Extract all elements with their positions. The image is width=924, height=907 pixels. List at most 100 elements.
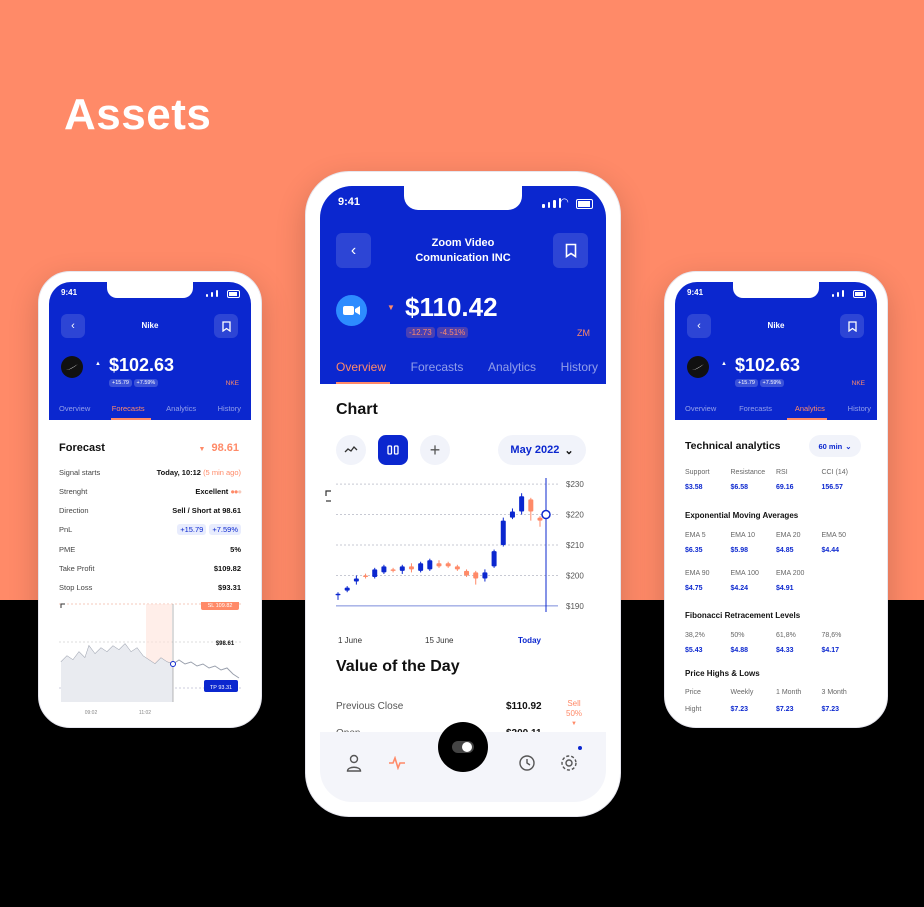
candle-body xyxy=(537,517,543,521)
candle-body xyxy=(418,563,424,571)
status-time: 9:41 xyxy=(338,196,361,208)
y-tick-label: $230 xyxy=(566,480,584,489)
tab-overview[interactable]: Overview xyxy=(59,404,90,413)
bookmark-icon xyxy=(847,320,857,332)
tab-overview[interactable]: Overview xyxy=(336,360,386,374)
forecast-value: ▼ 98.61 xyxy=(198,442,239,454)
change-abs: -12.73 xyxy=(406,327,435,338)
phone-left: 9:41 ‹ Nike ▲ $102.63 +15.79 +7.59% NKE … xyxy=(38,271,262,728)
asset-price: $110.42 xyxy=(405,292,498,322)
row-take-profit: Take Profit $109.82 xyxy=(59,564,241,573)
chart-title: Chart xyxy=(336,401,378,418)
tab-forecasts[interactable]: Forecasts xyxy=(411,360,464,374)
value-of-day-title: Value of the Day xyxy=(336,658,460,675)
add-indicator-button[interactable]: + xyxy=(420,435,450,465)
price-label: $98.61 xyxy=(216,641,235,647)
ta-title: Technical analytics xyxy=(685,440,781,452)
candle-body xyxy=(399,566,405,571)
bookmark-button[interactable] xyxy=(214,314,238,338)
candle-body xyxy=(482,572,488,579)
tab-history[interactable]: History xyxy=(561,360,598,374)
activity-nav-button[interactable] xyxy=(388,755,406,775)
screen-right: 9:41 ‹ Nike ▲ $102.63 +15.79 +7.59% NKE … xyxy=(675,282,877,717)
chevron-down-icon: ⌄ xyxy=(564,444,574,457)
profile-nav-button[interactable] xyxy=(346,754,362,777)
row-strength: Strenght Excellent ●●● xyxy=(59,487,242,496)
row-pme: PME 5% xyxy=(59,545,241,554)
tp-label: TP 93.31 xyxy=(210,685,232,691)
candle-body xyxy=(335,593,341,596)
x-tick-label: 15 June xyxy=(425,636,454,645)
candle-body xyxy=(528,499,534,512)
line-chart-button[interactable] xyxy=(336,435,366,465)
candle-body xyxy=(408,566,414,570)
x-tick-label: Today xyxy=(518,636,542,645)
tab-history[interactable]: History xyxy=(218,404,241,413)
month-select[interactable]: May 2022 ⌄ xyxy=(498,435,586,465)
forecast-chart: SL 109.82 $98.61 TP 93.31 09:02 11:02 xyxy=(59,602,241,716)
hl-grid: Price Hight Weekly $7.23 1 Month $7.23 3 Mo… xyxy=(685,689,847,713)
tab-indicator xyxy=(111,418,151,420)
x-label-1: 09:02 xyxy=(85,710,98,716)
change-abs: +15.79 xyxy=(109,379,132,387)
battery-icon xyxy=(853,290,866,298)
back-button[interactable]: ‹ xyxy=(336,233,371,268)
page-title: Assets xyxy=(64,90,212,139)
tab-overview[interactable]: Overview xyxy=(685,404,716,413)
y-tick-label: $200 xyxy=(566,571,584,580)
header-center: 9:41 ◠ ‹ Zoom Video Comunication INC ▼ $1… xyxy=(320,186,606,384)
toggle-icon xyxy=(452,741,474,753)
price-change: +15.79 +7.59% xyxy=(735,379,785,387)
candle-body xyxy=(473,572,479,579)
x-tick-label: 1 June xyxy=(338,636,363,645)
candle-body xyxy=(363,575,369,577)
arrow-up-icon: ▲ xyxy=(721,361,727,367)
candle-chart-button[interactable] xyxy=(378,435,408,465)
candle-body xyxy=(436,563,442,567)
zoom-logo xyxy=(336,295,367,326)
settings-nav-button[interactable] xyxy=(560,754,578,777)
phone-center: 9:41 ◠ ‹ Zoom Video Comunication INC ▼ $1… xyxy=(305,171,621,817)
battery-icon xyxy=(227,290,240,298)
arrow-down-icon: ▼ xyxy=(198,446,206,453)
candle-body xyxy=(491,551,497,567)
candle-body xyxy=(509,511,515,518)
bookmark-button[interactable] xyxy=(553,233,588,268)
tab-indicator xyxy=(787,418,827,420)
y-tick-label: $190 xyxy=(566,602,584,611)
screen-left: 9:41 ‹ Nike ▲ $102.63 +15.79 +7.59% NKE … xyxy=(49,282,251,717)
main-action-button[interactable] xyxy=(438,722,488,772)
sl-label: SL 109.82 xyxy=(208,603,233,609)
hl-title: Price Highs & Lows xyxy=(685,669,760,678)
tab-forecasts[interactable]: Forecasts xyxy=(112,404,145,413)
history-nav-button[interactable] xyxy=(518,754,536,777)
candle-body xyxy=(353,578,359,582)
change-pct: +7.59% xyxy=(133,379,159,387)
candle-body xyxy=(454,566,460,570)
asset-price: $102.63 xyxy=(735,355,801,375)
chevron-down-icon: ⌄ xyxy=(845,441,852,451)
tab-analytics[interactable]: Analytics xyxy=(166,404,196,413)
ticker: ZM xyxy=(577,328,590,338)
tab-bar: Overview Forecasts Analytics History xyxy=(59,404,241,413)
tab-analytics[interactable]: Analytics xyxy=(795,404,825,413)
gear-icon xyxy=(561,755,577,771)
header-right: 9:41 ‹ Nike ▲ $102.63 +15.79 +7.59% NKE … xyxy=(675,282,877,420)
interval-select[interactable]: 60 min ⌄ xyxy=(809,435,861,457)
fib-grid: 38,2% $5.43 50% $4.88 61,8% $4.33 78,6% $4.1… xyxy=(685,632,842,654)
sell-indicator: Sell 50% ▼ xyxy=(566,699,583,727)
price-change: -12.73 -4.51% xyxy=(406,327,469,338)
tab-forecasts[interactable]: Forecasts xyxy=(739,404,772,413)
candle-body xyxy=(372,569,378,577)
tab-history[interactable]: History xyxy=(848,404,871,413)
expand-icon xyxy=(325,490,331,496)
nike-logo xyxy=(61,356,83,378)
ema-grid-1: EMA 5 $6.35 EMA 10 $5.98 EMA 20 $4.85 EMA 5… xyxy=(685,532,847,554)
signal-icon xyxy=(206,290,218,297)
asset-price: $102.63 xyxy=(109,355,175,375)
screen-center: 9:41 ◠ ‹ Zoom Video Comunication INC ▼ $1… xyxy=(320,186,606,802)
tab-analytics[interactable]: Analytics xyxy=(488,360,536,374)
prev-close-label: Previous Close xyxy=(336,701,404,712)
row-stop-loss: Stop Loss $93.31 xyxy=(59,583,241,592)
bookmark-button[interactable] xyxy=(840,314,864,338)
